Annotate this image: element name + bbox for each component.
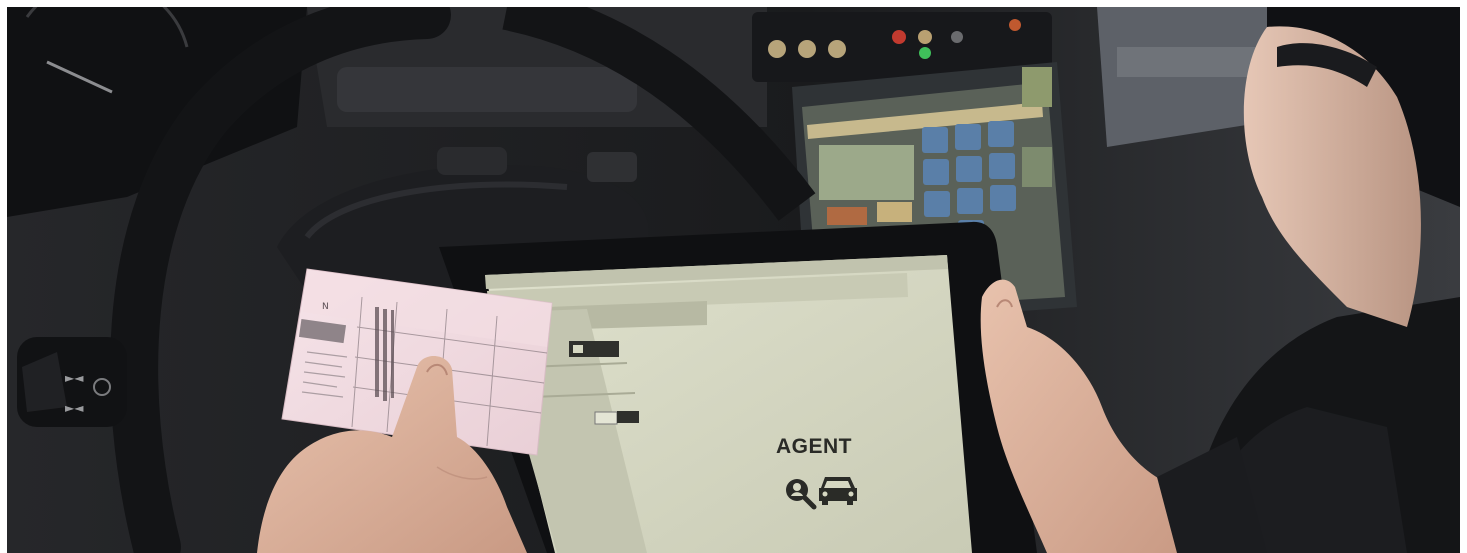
scene-illustration: ►◄ ►◄ N: [7, 7, 1460, 553]
tablet-app-label: AGENT: [776, 435, 852, 458]
svg-text:►◄: ►◄: [65, 401, 84, 415]
svg-text:N: N: [322, 302, 329, 312]
car-icon: [819, 477, 857, 505]
police-car-photo: ►◄ ►◄ N AGENT: [7, 7, 1460, 553]
svg-text:►◄: ►◄: [65, 371, 84, 385]
